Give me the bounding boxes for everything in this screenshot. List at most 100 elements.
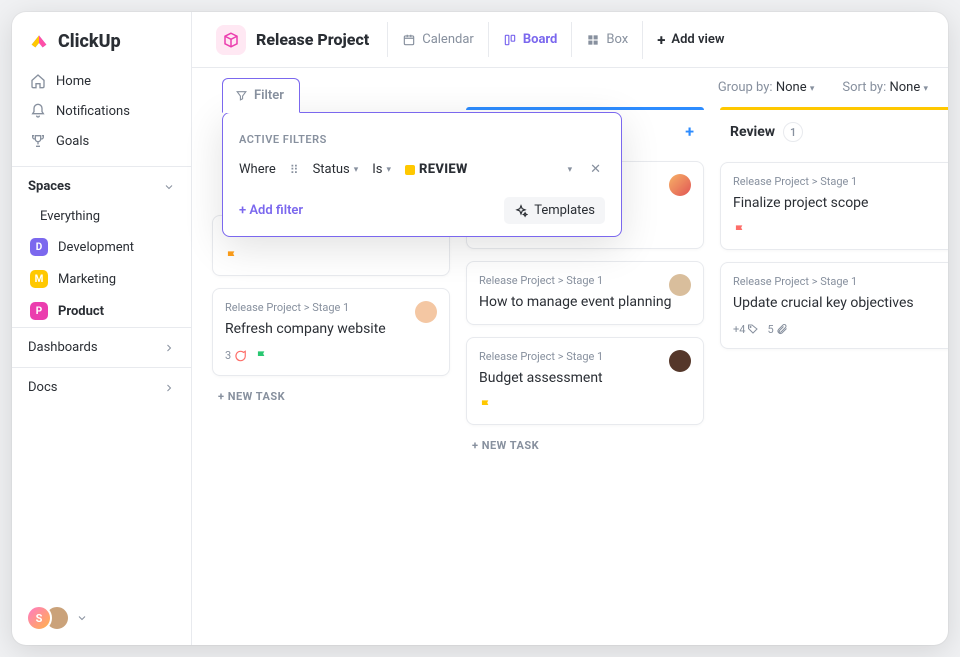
group-by-value: None bbox=[776, 80, 807, 95]
section-label: Docs bbox=[28, 380, 57, 395]
status-color-swatch bbox=[405, 165, 415, 175]
add-view-button[interactable]: + Add view bbox=[642, 21, 738, 59]
filter-chip[interactable]: Filter bbox=[222, 78, 300, 113]
board-icon bbox=[503, 33, 517, 47]
group-by-control[interactable]: Group by: None ▾ bbox=[718, 80, 815, 95]
space-label: Marketing bbox=[58, 272, 116, 287]
comment-count: 3 bbox=[225, 349, 247, 363]
tab-board[interactable]: Board bbox=[488, 22, 572, 57]
clickup-logo-icon bbox=[28, 30, 50, 52]
avatar: S bbox=[26, 605, 52, 631]
task-card[interactable]: Release Project > Stage 1 Refresh compan… bbox=[212, 288, 450, 376]
main-area: Release Project Calendar Board Box + Add… bbox=[192, 12, 948, 645]
task-card[interactable]: Release Project > Stage 1 How to manage … bbox=[466, 261, 704, 325]
filter-value-select[interactable]: REVIEW bbox=[405, 162, 468, 177]
flag-icon bbox=[255, 349, 269, 363]
filter-operator-select[interactable]: Is▾ bbox=[372, 162, 391, 177]
chevron-down-icon bbox=[76, 612, 88, 624]
sidebar: ClickUp Home Notifications Goals Spaces … bbox=[12, 12, 192, 645]
add-filter-button[interactable]: + Add filter bbox=[239, 203, 303, 218]
attachment-count: 5 bbox=[767, 323, 787, 336]
spaces-header[interactable]: Spaces bbox=[12, 167, 191, 202]
column-title: Review bbox=[730, 124, 775, 140]
new-task-button[interactable]: + NEW TASK bbox=[466, 425, 704, 466]
add-view-label: Add view bbox=[671, 32, 724, 47]
space-badge: P bbox=[30, 302, 48, 320]
breadcrumb: Release Project > Stage 1 bbox=[733, 175, 945, 188]
cube-icon bbox=[216, 25, 246, 55]
card-title: Update crucial key objectives bbox=[733, 294, 945, 313]
remove-filter-button[interactable]: ✕ bbox=[586, 160, 605, 179]
account-switcher[interactable]: S bbox=[12, 591, 191, 645]
filter-field-select[interactable]: Status▾ bbox=[313, 162, 359, 177]
nav-label: Home bbox=[56, 74, 91, 89]
sidebar-item-dashboards[interactable]: Dashboards bbox=[12, 327, 191, 367]
flag-icon bbox=[479, 398, 493, 412]
nav-goals[interactable]: Goals bbox=[12, 126, 191, 156]
templates-label: Templates bbox=[534, 203, 595, 218]
sidebar-item-docs[interactable]: Docs bbox=[12, 367, 191, 407]
chevron-right-icon bbox=[163, 342, 175, 354]
task-count: 1 bbox=[783, 122, 803, 142]
card-title: Finalize project scope bbox=[733, 194, 945, 213]
task-card[interactable]: Release Project > Stage 1 Update crucial… bbox=[720, 262, 948, 349]
comment-icon bbox=[233, 349, 247, 363]
filter-condition-row: Where ⠿ Status▾ Is▾ REVIEW ▾ ✕ bbox=[239, 160, 605, 179]
trophy-icon bbox=[30, 133, 46, 149]
chevron-down-icon bbox=[163, 181, 175, 193]
chevron-down-icon[interactable]: ▾ bbox=[568, 165, 573, 175]
filter-label: Filter bbox=[254, 88, 284, 103]
sidebar-item-everything[interactable]: Everything bbox=[12, 202, 191, 231]
tag-icon bbox=[747, 323, 759, 335]
sidebar-item-marketing[interactable]: M Marketing bbox=[12, 263, 191, 295]
drag-handle-icon[interactable]: ⠿ bbox=[290, 163, 299, 177]
bell-icon bbox=[30, 103, 46, 119]
templates-button[interactable]: Templates bbox=[504, 197, 605, 224]
nav-label: Goals bbox=[56, 134, 89, 149]
task-card[interactable]: Release Project > Stage 1 Finalize proje… bbox=[720, 162, 948, 250]
filter-popover: Filter ACTIVE FILTERS Where ⠿ Status▾ Is… bbox=[222, 112, 622, 237]
project-header[interactable]: Release Project bbox=[206, 19, 379, 61]
card-title: Refresh company website bbox=[225, 320, 437, 339]
card-list: Release Project > Stage 1 Finalize proje… bbox=[720, 162, 948, 349]
caret-down-icon: ▾ bbox=[923, 84, 928, 94]
avatar bbox=[415, 301, 437, 323]
breadcrumb: Release Project > Stage 1 bbox=[733, 275, 945, 288]
app-window: ClickUp Home Notifications Goals Spaces … bbox=[12, 12, 948, 645]
tab-label: Calendar bbox=[422, 32, 474, 47]
sidebar-item-development[interactable]: D Development bbox=[12, 231, 191, 263]
sort-by-label: Sort by: bbox=[842, 80, 886, 95]
sparkle-icon bbox=[514, 204, 528, 218]
sort-by-control[interactable]: Sort by: None ▾ bbox=[842, 80, 928, 95]
everything-label: Everything bbox=[40, 209, 100, 224]
card-title: How to manage event planning bbox=[479, 293, 691, 312]
avatar bbox=[669, 274, 691, 296]
task-card[interactable]: Release Project > Stage 1 Budget assessm… bbox=[466, 337, 704, 425]
new-task-button[interactable]: + NEW TASK bbox=[212, 376, 450, 417]
flag-icon bbox=[733, 223, 747, 237]
space-label: Development bbox=[58, 240, 134, 255]
view-tabs: Release Project Calendar Board Box + Add… bbox=[192, 12, 948, 68]
nav-label: Notifications bbox=[56, 104, 130, 119]
flag-icon bbox=[225, 249, 239, 263]
sidebar-item-product[interactable]: P Product bbox=[12, 295, 191, 327]
box-icon bbox=[586, 33, 600, 47]
avatar bbox=[669, 350, 691, 372]
board-column-review: Review 1 Release Project > Stage 1 Final… bbox=[720, 107, 948, 625]
plus-icon: + bbox=[657, 31, 665, 49]
tab-calendar[interactable]: Calendar bbox=[387, 22, 488, 57]
add-task-icon[interactable]: + bbox=[685, 122, 694, 141]
breadcrumb: Release Project > Stage 1 bbox=[479, 350, 691, 363]
tab-box[interactable]: Box bbox=[571, 22, 642, 57]
nav-notifications[interactable]: Notifications bbox=[12, 96, 191, 126]
spaces-section: Spaces Everything D Development M Market… bbox=[12, 166, 191, 327]
card-list: Update contractor agreement Release Proj… bbox=[212, 215, 450, 376]
home-icon bbox=[30, 73, 46, 89]
tag-count: +4 bbox=[733, 323, 759, 336]
project-title: Release Project bbox=[256, 30, 369, 49]
nav-home[interactable]: Home bbox=[12, 66, 191, 96]
space-badge: M bbox=[30, 270, 48, 288]
section-label: Dashboards bbox=[28, 340, 98, 355]
brand-logo[interactable]: ClickUp bbox=[12, 12, 191, 66]
breadcrumb: Release Project > Stage 1 bbox=[479, 274, 691, 287]
